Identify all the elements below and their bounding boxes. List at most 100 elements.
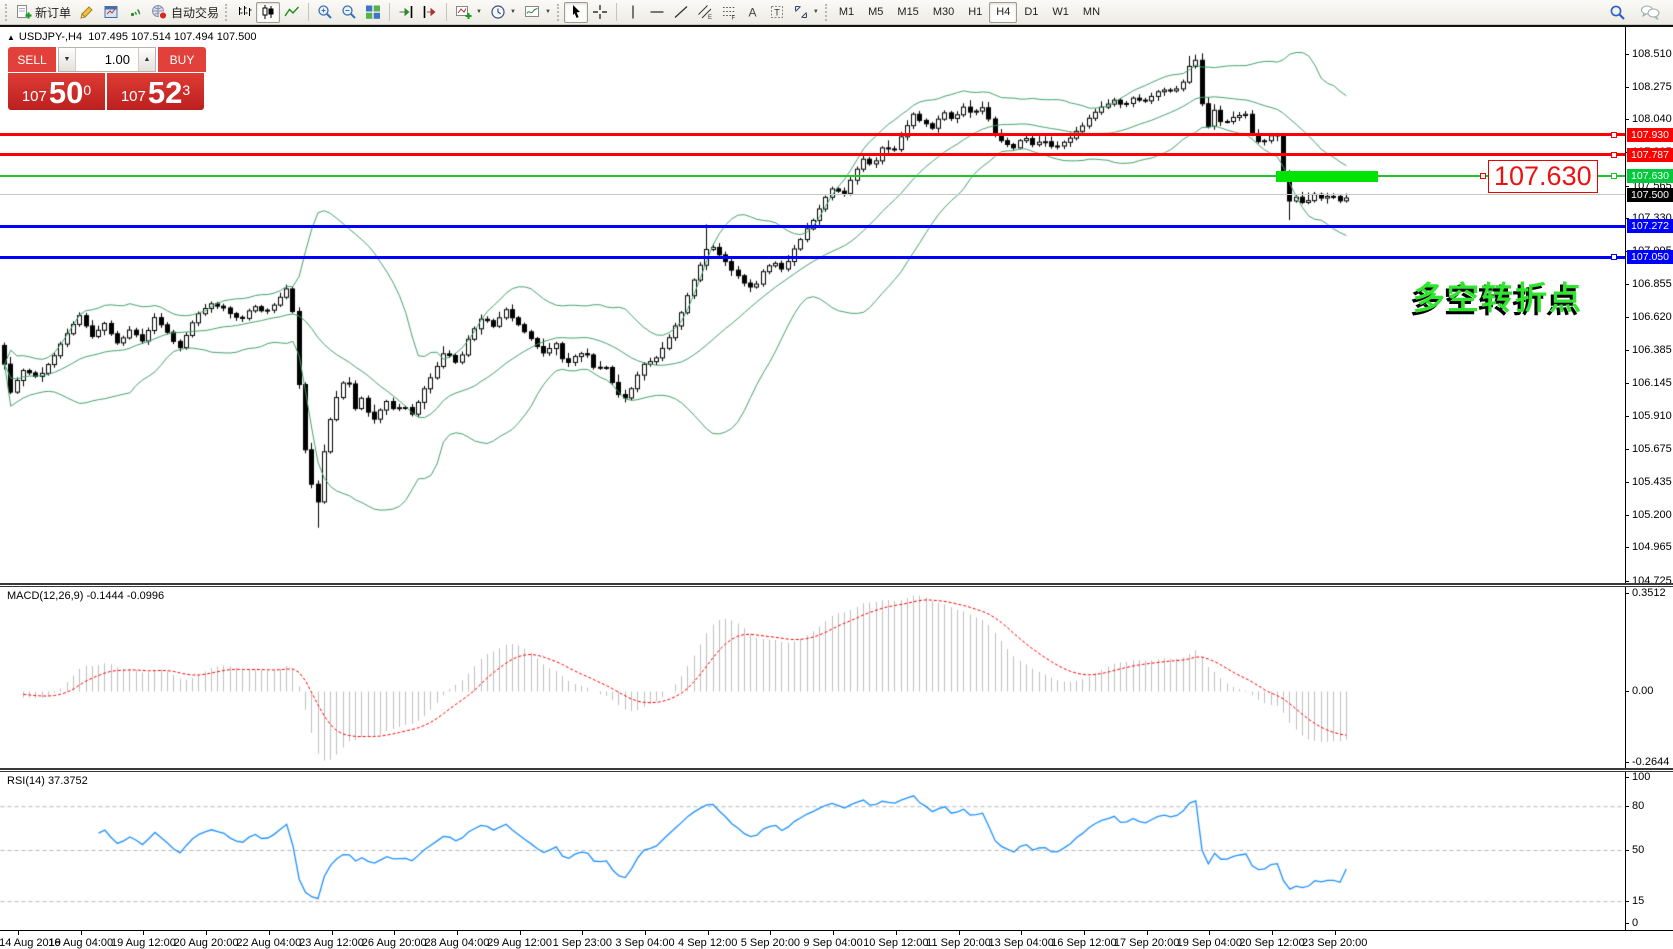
price-tag-107050: 107.050 <box>1627 250 1673 264</box>
resistance-line-107930-endpoint[interactable] <box>1611 132 1617 138</box>
templates-button[interactable]: ▼ <box>520 2 555 23</box>
bar-chart-button[interactable] <box>232 2 256 23</box>
crayon-button[interactable] <box>75 2 99 23</box>
sell-price-point: 0 <box>83 73 91 107</box>
support-line-107050-endpoint[interactable] <box>1611 254 1617 260</box>
rsi-panel-splitter[interactable] <box>0 768 1673 772</box>
trendline-tool-button[interactable] <box>669 2 693 23</box>
line-chart-button[interactable] <box>280 2 304 23</box>
time-tick <box>1335 931 1336 935</box>
volume-input[interactable] <box>76 48 138 71</box>
time-tick-label: 19 Aug 12:00 <box>111 937 176 949</box>
mt4-window: 新订单 自动交易 <box>0 0 1673 949</box>
time-tick <box>394 931 395 935</box>
timeframe-button-m1[interactable]: M1 <box>832 2 861 23</box>
tile-windows-button[interactable] <box>361 2 385 23</box>
market-watch-button[interactable] <box>99 2 123 23</box>
autotrade-label: 自动交易 <box>171 4 219 21</box>
cursor-tool-button[interactable] <box>564 2 588 23</box>
shapes-tool-button[interactable]: ▼ <box>789 2 823 23</box>
autotrade-button[interactable]: 自动交易 <box>147 2 223 23</box>
timeframe-button-h1[interactable]: H1 <box>961 2 989 23</box>
buy-button[interactable]: BUY <box>158 47 206 72</box>
sell-price-box[interactable]: 107500 <box>8 73 105 110</box>
timeframe-button-d1[interactable]: D1 <box>1017 2 1045 23</box>
toolbar-drag-handle[interactable] <box>825 4 828 21</box>
time-tick <box>959 931 960 935</box>
text-label-icon: T <box>769 4 785 20</box>
auto-scroll-button[interactable] <box>394 2 418 23</box>
pivot-line-107630-endpoint[interactable] <box>1611 173 1617 179</box>
time-tick-label: 9 Sep 04:00 <box>803 937 862 949</box>
bid-price-line[interactable] <box>0 194 1625 195</box>
chart-shift-button[interactable] <box>418 2 442 23</box>
price-tick <box>1626 186 1629 187</box>
time-tick-label: 26 Aug 20:00 <box>362 937 427 949</box>
macd-canvas[interactable] <box>0 587 1625 768</box>
main-toolbar: 新订单 自动交易 <box>0 0 1673 25</box>
support-line-107272[interactable] <box>0 225 1625 228</box>
candlestick-chart-button[interactable] <box>256 2 280 23</box>
equidistant-channel-icon: E <box>697 4 713 20</box>
resistance-line-107787[interactable] <box>0 153 1625 156</box>
timeframe-button-m5[interactable]: M5 <box>861 2 890 23</box>
zoom-out-button[interactable] <box>337 2 361 23</box>
buy-price-box[interactable]: 107523 <box>107 73 204 110</box>
text-label-tool-button[interactable]: T <box>765 2 789 23</box>
toolbar-drag-handle[interactable] <box>5 4 8 21</box>
timeframe-button-mn[interactable]: MN <box>1076 2 1107 23</box>
support-line-107050[interactable] <box>0 256 1625 259</box>
chevron-down-icon: ▼ <box>545 9 551 15</box>
time-axis[interactable]: 14 Aug 201916 Aug 04:0019 Aug 12:0020 Au… <box>0 930 1673 949</box>
zoom-in-button[interactable] <box>313 2 337 23</box>
rsi-axis-tick <box>1626 923 1629 924</box>
resistance-line-107930[interactable] <box>0 133 1625 136</box>
price-callout-label[interactable]: 107.630 <box>1488 160 1598 193</box>
timeframe-button-m30[interactable]: M30 <box>926 2 961 23</box>
time-tick <box>1209 931 1210 935</box>
price-tick-label: 108.040 <box>1632 113 1672 125</box>
channel-tool-button[interactable]: E <box>693 2 717 23</box>
highlight-rectangle[interactable] <box>1276 171 1378 182</box>
resistance-line-107787-endpoint[interactable] <box>1611 152 1617 158</box>
rsi-canvas[interactable] <box>0 772 1625 930</box>
fibonacci-tool-button[interactable]: F <box>717 2 741 23</box>
svg-text:F: F <box>731 16 735 21</box>
timeframe-button-w1[interactable]: W1 <box>1045 2 1076 23</box>
chat-button[interactable] <box>1636 2 1664 23</box>
rsi-axis-tick <box>1626 850 1629 851</box>
horizontal-line-icon <box>649 4 665 20</box>
shapes-arrows-icon <box>793 4 809 20</box>
toolbar-drag-handle[interactable] <box>557 4 560 21</box>
signal-button[interactable] <box>123 2 147 23</box>
price-tick <box>1626 449 1629 450</box>
callout-anchor[interactable] <box>1480 173 1486 179</box>
periods-button[interactable]: ▼ <box>486 2 520 23</box>
collapse-panel-icon[interactable]: ▲ <box>7 33 15 42</box>
sell-price-pips: 50 <box>49 79 83 107</box>
toolbar-drag-handle[interactable] <box>225 4 228 21</box>
timeframe-button-m15[interactable]: M15 <box>890 2 925 23</box>
macd-panel-splitter[interactable] <box>0 583 1673 587</box>
text-tool-button[interactable]: A <box>741 2 765 23</box>
main-chart-canvas[interactable] <box>0 27 1625 583</box>
new-order-button[interactable]: 新订单 <box>12 2 75 23</box>
timeframe-button-h4[interactable]: H4 <box>989 2 1017 23</box>
vertical-line-tool-button[interactable] <box>621 2 645 23</box>
crosshair-tool-button[interactable] <box>588 2 612 23</box>
volume-decrease-button[interactable]: ▼ <box>59 48 76 71</box>
annotation-text[interactable]: 多空转折点 <box>1413 273 1583 319</box>
time-tick-label: 19 Sep 04:00 <box>1177 937 1242 949</box>
volume-increase-button[interactable]: ▲ <box>138 48 155 71</box>
time-tick-label: 20 Aug 20:00 <box>174 937 239 949</box>
search-button[interactable] <box>1605 2 1630 23</box>
sell-button[interactable]: SELL <box>8 47 56 72</box>
indicators-button[interactable]: ▼ <box>451 2 486 23</box>
price-tick <box>1626 87 1629 88</box>
price-tick-label: 108.275 <box>1632 81 1672 93</box>
time-tick-label: 16 Sep 12:00 <box>1051 937 1116 949</box>
time-tick <box>708 931 709 935</box>
horizontal-line-tool-button[interactable] <box>645 2 669 23</box>
pivot-line-107630[interactable] <box>0 175 1625 177</box>
price-axis[interactable]: 108.510108.275108.040107.805107.565107.3… <box>1625 27 1673 930</box>
